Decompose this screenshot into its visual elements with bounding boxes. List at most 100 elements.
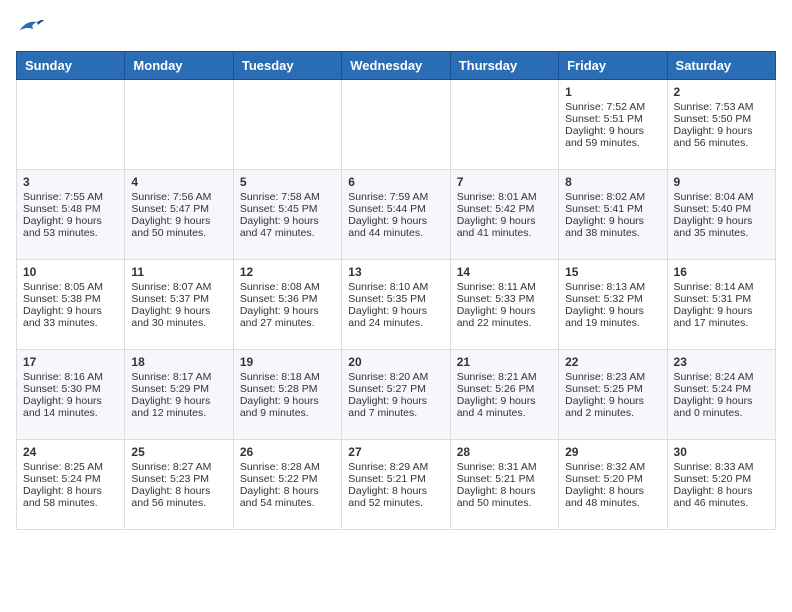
day-info: Daylight: 9 hours and 22 minutes. [457,305,552,329]
day-info: Sunrise: 8:29 AM [348,461,443,473]
day-cell-9: 9Sunrise: 8:04 AMSunset: 5:40 PMDaylight… [667,170,775,260]
day-info: Sunset: 5:33 PM [457,293,552,305]
day-cell-10: 10Sunrise: 8:05 AMSunset: 5:38 PMDayligh… [17,260,125,350]
day-cell-2: 2Sunrise: 7:53 AMSunset: 5:50 PMDaylight… [667,80,775,170]
day-info: Daylight: 9 hours and 19 minutes. [565,305,660,329]
day-info: Sunrise: 8:07 AM [131,281,226,293]
day-info: Sunrise: 8:18 AM [240,371,335,383]
day-info: Sunset: 5:20 PM [565,473,660,485]
day-info: Sunrise: 8:14 AM [674,281,769,293]
day-info: Sunset: 5:23 PM [131,473,226,485]
day-number: 21 [457,355,552,369]
week-row-2: 3Sunrise: 7:55 AMSunset: 5:48 PMDaylight… [17,170,776,260]
day-info: Sunset: 5:25 PM [565,383,660,395]
day-info: Daylight: 9 hours and 4 minutes. [457,395,552,419]
day-info: Sunset: 5:30 PM [23,383,118,395]
day-number: 26 [240,445,335,459]
day-info: Sunrise: 8:13 AM [565,281,660,293]
day-number: 9 [674,175,769,189]
day-info: Daylight: 9 hours and 38 minutes. [565,215,660,239]
day-info: Sunset: 5:47 PM [131,203,226,215]
day-info: Sunrise: 7:58 AM [240,191,335,203]
weekday-header-friday: Friday [559,52,667,80]
day-info: Daylight: 9 hours and 9 minutes. [240,395,335,419]
week-row-5: 24Sunrise: 8:25 AMSunset: 5:24 PMDayligh… [17,440,776,530]
day-info: Sunrise: 8:24 AM [674,371,769,383]
day-info: Sunrise: 8:16 AM [23,371,118,383]
day-cell-30: 30Sunrise: 8:33 AMSunset: 5:20 PMDayligh… [667,440,775,530]
empty-cell [450,80,558,170]
day-info: Sunrise: 8:20 AM [348,371,443,383]
day-number: 13 [348,265,443,279]
day-info: Sunset: 5:20 PM [674,473,769,485]
day-info: Daylight: 9 hours and 24 minutes. [348,305,443,329]
day-number: 18 [131,355,226,369]
day-number: 1 [565,85,660,99]
day-cell-28: 28Sunrise: 8:31 AMSunset: 5:21 PMDayligh… [450,440,558,530]
day-cell-29: 29Sunrise: 8:32 AMSunset: 5:20 PMDayligh… [559,440,667,530]
weekday-header-monday: Monday [125,52,233,80]
day-info: Daylight: 9 hours and 2 minutes. [565,395,660,419]
day-info: Sunset: 5:26 PM [457,383,552,395]
empty-cell [17,80,125,170]
day-info: Sunset: 5:41 PM [565,203,660,215]
day-info: Daylight: 9 hours and 33 minutes. [23,305,118,329]
day-info: Sunset: 5:28 PM [240,383,335,395]
day-number: 12 [240,265,335,279]
day-info: Daylight: 8 hours and 48 minutes. [565,485,660,509]
day-cell-22: 22 Sunrise: 8:23 AMSunset: 5:25 PMDayligh… [559,350,667,440]
week-row-3: 10Sunrise: 8:05 AMSunset: 5:38 PMDayligh… [17,260,776,350]
day-cell-27: 27Sunrise: 8:29 AMSunset: 5:21 PMDayligh… [342,440,450,530]
day-info: Sunset: 5:35 PM [348,293,443,305]
day-cell-26: 26Sunrise: 8:28 AMSunset: 5:22 PMDayligh… [233,440,341,530]
day-cell-5: 5Sunrise: 7:58 AMSunset: 5:45 PMDaylight… [233,170,341,260]
day-cell-19: 19Sunrise: 8:18 AMSunset: 5:28 PMDayligh… [233,350,341,440]
empty-cell [342,80,450,170]
day-number: 10 [23,265,118,279]
empty-cell [233,80,341,170]
day-info: Daylight: 9 hours and 27 minutes. [240,305,335,329]
day-info: Sunrise: 8:23 AM [565,371,660,383]
day-info: Daylight: 8 hours and 56 minutes. [131,485,226,509]
day-info: Sunset: 5:24 PM [674,383,769,395]
day-info: Sunrise: 8:01 AM [457,191,552,203]
week-row-4: 17Sunrise: 8:16 AMSunset: 5:30 PMDayligh… [17,350,776,440]
day-cell-25: 25Sunrise: 8:27 AMSunset: 5:23 PMDayligh… [125,440,233,530]
day-cell-14: 14Sunrise: 8:11 AMSunset: 5:33 PMDayligh… [450,260,558,350]
day-info: Sunset: 5:44 PM [348,203,443,215]
day-info: Sunrise: 8:27 AM [131,461,226,473]
day-cell-7: 7Sunrise: 8:01 AMSunset: 5:42 PMDaylight… [450,170,558,260]
day-info: Sunrise: 8:28 AM [240,461,335,473]
day-info: Sunrise: 8:11 AM [457,281,552,293]
day-info: Sunset: 5:32 PM [565,293,660,305]
day-info: Sunset: 5:24 PM [23,473,118,485]
day-info: Daylight: 8 hours and 50 minutes. [457,485,552,509]
day-info: Daylight: 9 hours and 44 minutes. [348,215,443,239]
empty-cell [125,80,233,170]
weekday-header-wednesday: Wednesday [342,52,450,80]
day-info: Sunset: 5:27 PM [348,383,443,395]
weekday-header-thursday: Thursday [450,52,558,80]
weekday-header-sunday: Sunday [17,52,125,80]
day-cell-8: 8Sunrise: 8:02 AMSunset: 5:41 PMDaylight… [559,170,667,260]
day-info: Daylight: 9 hours and 7 minutes. [348,395,443,419]
day-cell-21: 21Sunrise: 8:21 AMSunset: 5:26 PMDayligh… [450,350,558,440]
day-info: Sunset: 5:29 PM [131,383,226,395]
day-info: Daylight: 8 hours and 58 minutes. [23,485,118,509]
day-info: Sunset: 5:38 PM [23,293,118,305]
day-info: Daylight: 9 hours and 53 minutes. [23,215,118,239]
day-info: Sunset: 5:22 PM [240,473,335,485]
day-number: 15 [565,265,660,279]
day-info: Sunset: 5:50 PM [674,113,769,125]
day-number: 7 [457,175,552,189]
logo [16,16,48,43]
header [16,16,776,43]
day-cell-24: 24Sunrise: 8:25 AMSunset: 5:24 PMDayligh… [17,440,125,530]
day-info: Daylight: 9 hours and 50 minutes. [131,215,226,239]
day-number: 22 [565,355,660,369]
day-cell-15: 15 Sunrise: 8:13 AMSunset: 5:32 PMDayligh… [559,260,667,350]
day-info: Daylight: 9 hours and 47 minutes. [240,215,335,239]
day-info: Daylight: 9 hours and 0 minutes. [674,395,769,419]
day-number: 16 [674,265,769,279]
day-info: Sunset: 5:31 PM [674,293,769,305]
